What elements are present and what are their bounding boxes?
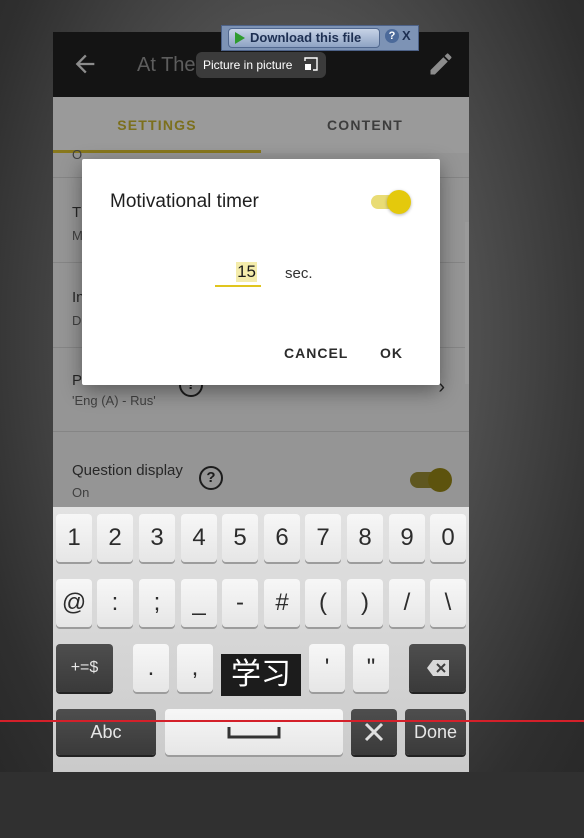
key-open-paren[interactable]: ( [305,579,341,627]
tools-icon [364,722,384,742]
seconds-unit: sec. [285,265,313,282]
play-icon [235,32,245,44]
download-label: Download this file [250,30,362,45]
key-semicolon[interactable]: ; [139,579,175,627]
seconds-value: 15 [236,262,257,282]
key-colon[interactable]: : [97,579,133,627]
background-strip [0,772,584,838]
picture-in-picture-button[interactable]: Picture in picture [196,52,326,78]
ok-button[interactable]: OK [380,345,403,361]
key-comma[interactable]: , [177,644,213,692]
download-button[interactable]: Download this file [228,28,380,48]
download-close-icon[interactable]: X [402,28,411,43]
key-hash[interactable]: # [264,579,300,627]
key-at[interactable]: @ [56,579,92,627]
key-abc[interactable]: Abc [56,709,156,755]
numeric-keyboard: 1 2 3 4 5 6 7 8 9 0 @ : ; _ - # ( ) / \ … [53,507,469,772]
key-0[interactable]: 0 [430,514,466,562]
key-close-paren[interactable]: ) [347,579,383,627]
key-backspace[interactable] [409,644,466,692]
key-quote[interactable]: " [353,644,389,692]
key-5[interactable]: 5 [222,514,258,562]
download-help-icon[interactable]: ? [385,29,399,43]
key-apostrophe[interactable]: ' [309,644,345,692]
key-tools[interactable] [351,709,397,755]
key-underscore[interactable]: _ [181,579,217,627]
cancel-button[interactable]: CANCEL [284,345,348,361]
key-period[interactable]: . [133,644,169,692]
seconds-input[interactable]: 15 [215,259,261,287]
video-progress-line[interactable] [0,720,584,722]
key-space[interactable] [165,709,343,755]
download-bar: Download this file ? X [221,25,419,51]
key-6[interactable]: 6 [264,514,300,562]
space-icon [227,727,281,739]
pip-icon [304,57,318,71]
key-symbols[interactable]: +=$ [56,644,113,692]
key-1[interactable]: 1 [56,514,92,562]
subtitle-overlay: 学习 [221,654,301,696]
key-7[interactable]: 7 [305,514,341,562]
key-dash[interactable]: - [222,579,258,627]
key-4[interactable]: 4 [181,514,217,562]
key-slash[interactable]: / [389,579,425,627]
key-backslash[interactable]: \ [430,579,466,627]
key-8[interactable]: 8 [347,514,383,562]
motivational-timer-dialog: Motivational timer 15 sec. CANCEL OK [82,159,440,385]
key-2[interactable]: 2 [97,514,133,562]
backspace-icon [426,660,449,676]
pip-label: Picture in picture [203,58,293,72]
key-done[interactable]: Done [405,709,466,755]
scrollbar[interactable] [465,222,469,384]
key-9[interactable]: 9 [389,514,425,562]
motivational-timer-toggle[interactable] [371,190,411,214]
dialog-title: Motivational timer [110,191,259,212]
key-3[interactable]: 3 [139,514,175,562]
